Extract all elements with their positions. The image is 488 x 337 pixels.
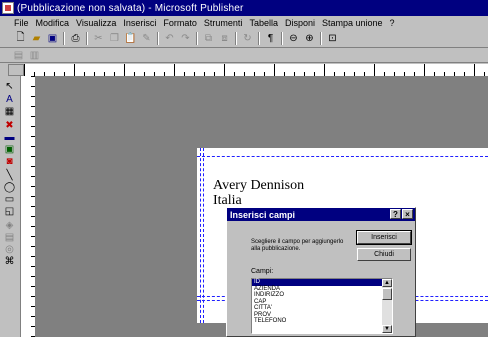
vertical-ruler[interactable]: [21, 76, 36, 337]
print-icon[interactable]: ⎙: [69, 32, 82, 45]
list-item[interactable]: TELEFONO: [252, 318, 392, 325]
line-tool-icon[interactable]: ╲: [3, 170, 16, 181]
dialog-title: Inserisci campi: [230, 209, 296, 220]
toolbar-separator: [63, 32, 65, 45]
list-scrollbar[interactable]: ▲ ▼: [382, 279, 392, 333]
toolbar-separator: [258, 32, 260, 45]
paste-icon[interactable]: 📋: [124, 32, 137, 45]
text-frame-tool-icon[interactable]: A: [3, 94, 16, 105]
insert-button[interactable]: Inserisci: [356, 230, 412, 245]
menu-file[interactable]: File: [14, 18, 29, 28]
web-tool-icon[interactable]: ⌘: [3, 256, 16, 267]
objects-toolbox: ↖ A ▦ ✖ ▬ ▣ ◙ ╲ ◯ ▭ ◱ ◈ ▤ ◎ ⌘: [0, 76, 21, 337]
format-option-icon[interactable]: ▥: [28, 49, 41, 62]
title-bar: (Pubblicazione non salvata) - Microsoft …: [0, 0, 488, 16]
menu-modifica[interactable]: Modifica: [36, 18, 70, 28]
pointer-tool-icon[interactable]: ↖: [3, 81, 16, 92]
toolbar-separator: [235, 32, 237, 45]
design-gallery-tool-icon[interactable]: ◈: [3, 220, 16, 231]
rotate-icon[interactable]: ↻: [241, 32, 254, 45]
formatting-toolbar: ▤ ▥: [0, 49, 488, 63]
menu-tabella[interactable]: Tabella: [249, 18, 278, 28]
fields-label: Campi:: [251, 268, 274, 275]
wordart-tool-icon[interactable]: ✖: [3, 120, 16, 131]
menu-inserisci[interactable]: Inserisci: [123, 18, 156, 28]
zoom-in-icon[interactable]: ⊕: [303, 32, 316, 45]
undo-icon[interactable]: ↶: [163, 32, 176, 45]
fields-listbox[interactable]: ID AZIENDA INDIRIZZO CAP CITTA' PROV TEL…: [251, 278, 393, 334]
toolbar-separator: [281, 32, 283, 45]
send-back-icon[interactable]: ⧈: [218, 32, 231, 45]
publisher-app-icon[interactable]: [2, 2, 14, 14]
toolbar-separator: [86, 32, 88, 45]
new-icon[interactable]: 🗋: [14, 32, 27, 45]
open-icon[interactable]: ▰: [30, 32, 43, 45]
picture-frame-tool-icon[interactable]: ▬: [3, 132, 16, 143]
dialog-close-button[interactable]: Chiudi: [357, 248, 411, 261]
window-title: (Pubblicazione non salvata) - Microsoft …: [17, 2, 244, 14]
scroll-thumb[interactable]: [382, 288, 392, 300]
toolbar-separator: [320, 32, 322, 45]
hotspot-tool-icon[interactable]: ◎: [3, 244, 16, 255]
menu-help[interactable]: ?: [390, 18, 395, 28]
insert-fields-dialog: Inserisci campi ? × Scegliere il campo p…: [226, 207, 416, 337]
wizard-icon[interactable]: ⊡: [326, 32, 339, 45]
redo-icon[interactable]: ↷: [179, 32, 192, 45]
show-special-chars-icon[interactable]: ¶: [264, 32, 277, 45]
margin-guide-left-inner: [203, 148, 204, 323]
bring-front-icon[interactable]: ⧉: [202, 32, 215, 45]
standard-toolbar: 🗋 ▰ ▣ ⎙ ✂ ❐ 📋 ✎ ↶ ↷ ⧉ ⧈ ↻ ¶ ⊖ ⊕ ⊡: [0, 30, 488, 48]
menu-visualizza[interactable]: Visualizza: [76, 18, 116, 28]
format-option-icon[interactable]: ▤: [12, 49, 25, 62]
menu-formato[interactable]: Formato: [163, 18, 197, 28]
oval-tool-icon[interactable]: ◯: [3, 182, 16, 193]
ole-object-tool-icon[interactable]: ◙: [3, 156, 16, 167]
ruler-corner[interactable]: [8, 64, 24, 76]
ruler-major-ticks: [24, 64, 488, 76]
form-tool-icon[interactable]: ▤: [3, 232, 16, 243]
save-icon[interactable]: ▣: [46, 32, 59, 45]
zoom-out-icon[interactable]: ⊖: [287, 32, 300, 45]
scroll-up-icon[interactable]: ▲: [382, 279, 392, 287]
menu-disponi[interactable]: Disponi: [285, 18, 315, 28]
dialog-description: Scegliere il campo per aggiungerlo alla …: [251, 239, 344, 252]
menu-strumenti[interactable]: Strumenti: [204, 18, 243, 28]
copy-icon[interactable]: ❐: [108, 32, 121, 45]
custom-shapes-tool-icon[interactable]: ◱: [3, 206, 16, 217]
menu-stampa-unione[interactable]: Stampa unione: [322, 18, 383, 28]
help-button[interactable]: ?: [390, 209, 401, 219]
menu-bar: File Modifica Visualizza Inserisci Forma…: [0, 16, 488, 30]
text-line-company[interactable]: Avery Dennison: [213, 178, 304, 194]
clip-art-tool-icon[interactable]: ▣: [3, 144, 16, 155]
scroll-down-icon[interactable]: ▼: [382, 325, 392, 333]
margin-guide-top: [197, 156, 488, 157]
dialog-title-bar: Inserisci campi ? ×: [227, 208, 415, 221]
cut-icon[interactable]: ✂: [92, 32, 105, 45]
toolbar-separator: [157, 32, 159, 45]
toolbar-separator: [196, 32, 198, 45]
rectangle-tool-icon[interactable]: ▭: [3, 194, 16, 205]
format-painter-icon[interactable]: ✎: [140, 32, 153, 45]
margin-guide-left: [200, 148, 201, 323]
close-button[interactable]: ×: [402, 209, 413, 219]
table-frame-tool-icon[interactable]: ▦: [3, 106, 16, 117]
